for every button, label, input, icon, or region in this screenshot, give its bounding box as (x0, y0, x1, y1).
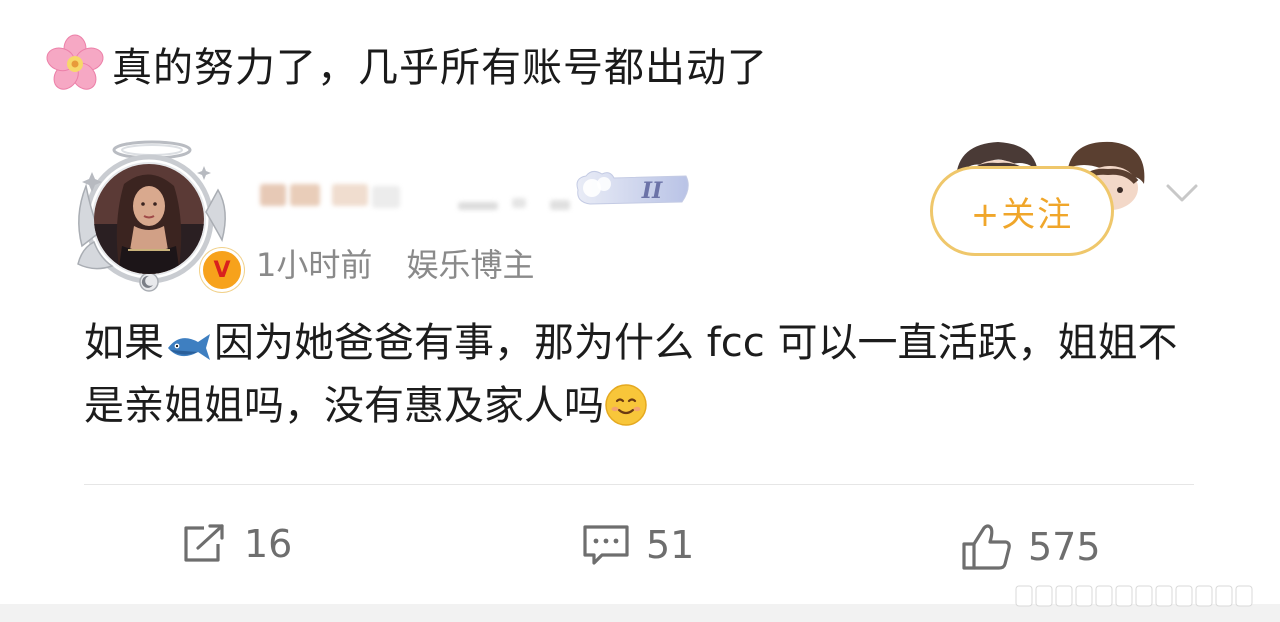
follow-button[interactable]: +关注 (930, 166, 1114, 256)
portrait-icon (94, 164, 204, 274)
level-badge-text: II (641, 178, 663, 204)
post-time: 1小时前 (256, 246, 373, 284)
verified-badge: V (200, 248, 244, 292)
watermark-icon (1015, 585, 1253, 607)
avatar-photo (94, 164, 204, 274)
avatar[interactable]: V (72, 136, 244, 296)
chevron-down-icon[interactable] (1162, 178, 1202, 208)
post-body-part1: 如果 (84, 320, 164, 366)
post-body: 如果 因为她爸爸有事，那为什么 fcc 可以一直活跃，姐姐不是亲姐姐吗，没有惠及家… (84, 312, 1194, 438)
like-button[interactable]: 575 (960, 522, 1101, 572)
author-tag: 娱乐博主 (406, 246, 535, 284)
caption-text: 真的努力了，几乎所有账号都出动了 (112, 45, 768, 91)
caption: 真的努力了，几乎所有账号都出动了 (44, 30, 768, 98)
repost-icon (184, 524, 224, 562)
fish-icon (168, 334, 210, 360)
smile-emoji-icon (605, 384, 647, 426)
repost-count: 16 (244, 522, 293, 566)
post-card: V II 1小时前 娱乐博主 +关注 如果 因为她爸爸有事，那为什么 fcc 可… (44, 130, 1234, 622)
thumbs-up-icon (962, 524, 1011, 570)
divider (84, 484, 1194, 485)
post-meta: 1小时前 娱乐博主 (256, 240, 559, 286)
cherry-blossom-icon (46, 34, 104, 90)
like-count: 575 (1028, 525, 1101, 569)
username-redacted[interactable] (250, 172, 590, 212)
level-badge-icon: II (576, 170, 689, 205)
comment-icon (583, 525, 629, 565)
screenshot-page: 真的努力了，几乎所有账号都出动了 V II 1小时前 娱乐博主 +关注 如果 因… (0, 0, 1280, 622)
comment-count: 51 (646, 523, 695, 567)
comment-button[interactable]: 51 (580, 522, 694, 568)
repost-button[interactable]: 16 (180, 522, 292, 566)
